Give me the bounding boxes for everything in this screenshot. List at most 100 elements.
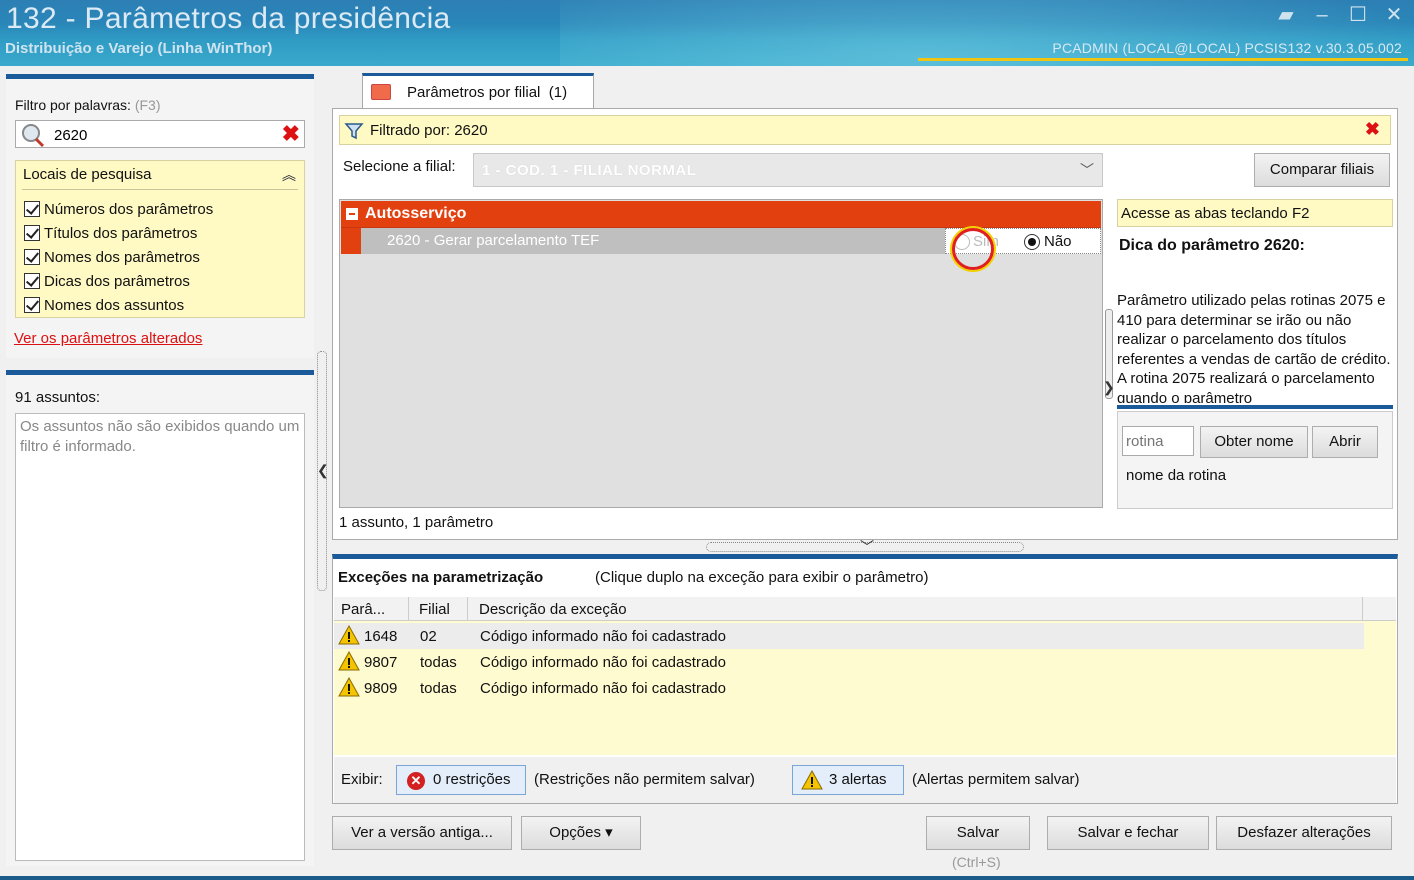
tip-bar: Acesse as abas teclando F2 [1117,199,1393,227]
title-accent-line [918,58,1408,61]
check-titulos[interactable]: Títulos dos parâmetros [24,221,213,245]
table-row[interactable]: 1648 02 Código informado não foi cadastr… [334,623,1364,649]
check-assuntos[interactable]: Nomes dos assuntos [24,293,213,317]
restricoes-toggle[interactable]: ✕ 0 restrições [396,765,526,795]
column-header-param[interactable]: Parâ... [341,601,385,618]
check-nomes[interactable]: Nomes dos parâmetros [24,245,213,269]
search-locations-header: Locais de pesquisa [23,166,152,183]
search-input[interactable] [54,124,274,146]
title-bar: 132 - Parâmetros da presidência Distribu… [0,0,1414,66]
tab-count: (1) [548,84,568,101]
compare-filiais-button[interactable]: Comparar filiais [1254,153,1390,187]
check-label: Números dos parâmetros [44,200,214,218]
tab-parametros-filial[interactable]: Parâmetros por filial (1) [362,73,594,109]
main-area: Filtro por palavras: (F3) ✖ Locais de pe… [0,66,1414,876]
cell-descricao: Código informado não foi cadastrado [480,654,726,671]
checkbox[interactable] [24,273,40,289]
check-label: Títulos dos parâmetros [44,224,198,242]
chevron-down-icon[interactable]: ﹀ [1080,160,1094,180]
clear-search-icon[interactable]: ✖ [282,121,300,147]
obter-nome-button[interactable]: Obter nome [1200,426,1308,458]
tip-body: Parâmetro utilizado pelas rotinas 2075 e… [1117,292,1391,403]
rotina-input[interactable] [1122,426,1194,456]
filial-select[interactable]: 1 - COD. 1 - FILIAL NORMAL ﹀ [473,153,1103,187]
table-row[interactable]: 9809 todas Código informado não foi cada… [334,675,1364,701]
exceptions-footer: Exibir: ✕ 0 restrições (Restrições não p… [334,757,1396,803]
check-label: Dicas dos parâmetros [44,272,190,290]
group-header-autosservico[interactable]: Autosserviço [341,201,1101,228]
exibir-label: Exibir: [341,771,383,788]
parameter-grid: Autosserviço 2620 - Gerar parcelamento T… [339,199,1103,508]
search-locations: Locais de pesquisa ︽ Números dos parâmet… [15,160,305,318]
tab-content: Filtrado por: 2620 ✖ Selecione a filial:… [332,108,1398,540]
ver-versao-antiga-button[interactable]: Ver a versão antiga... [332,816,512,850]
error-icon: ✕ [407,772,425,790]
column-separator[interactable] [408,597,409,621]
tip-bar-text: Acesse as abas teclando F2 [1121,205,1310,222]
filter-label: Filtro por palavras: (F3) [15,97,161,113]
salvar-button[interactable]: Salvar [926,816,1030,850]
group-title: Autosserviço [365,205,467,222]
window-border [0,876,1414,880]
warning-icon [338,651,360,671]
altered-params-link[interactable]: Ver os parâmetros alterados [14,330,202,347]
collapse-group-icon[interactable] [346,208,358,220]
maximize-icon[interactable]: ☐ [1346,4,1370,26]
check-label: Nomes dos parâmetros [44,248,200,266]
column-separator[interactable] [467,597,468,621]
assuntos-empty-message: Os assuntos não são exibidos quando um f… [20,418,300,455]
cell-param: 9809 [364,680,398,697]
chevron-left-icon[interactable]: ❮ [317,462,329,479]
window-subtitle: Distribuição e Varejo (Linha WinThor) [5,40,273,57]
column-header-descricao[interactable]: Descrição da exceção [479,601,627,618]
session-status: PCADMIN (LOCAL@LOCAL) PCSIS132 v.30.3.05… [1052,40,1402,56]
radio-nao[interactable] [1024,234,1040,250]
checkbox[interactable] [24,249,40,265]
alertas-note: (Alertas permitem salvar) [912,771,1080,788]
restricoes-label: 0 restrições [433,771,511,788]
check-numeros[interactable]: Números dos parâmetros [24,197,213,221]
checkbox[interactable] [24,225,40,241]
funnel-icon [344,123,364,140]
exceptions-panel: Exceções na parametrização (Clique duplo… [332,554,1398,804]
check-dicas[interactable]: Dicas dos parâmetros [24,269,213,293]
check-label: Nomes dos assuntos [44,296,185,314]
alertas-toggle[interactable]: 3 alertas [792,765,904,795]
search-icon [22,124,45,148]
tab-label: Parâmetros por filial (1) [407,84,567,101]
table-row[interactable]: 9807 todas Código informado não foi cada… [334,649,1364,675]
column-header-filial[interactable]: Filial [419,601,450,618]
cell-param: 9807 [364,654,398,671]
assuntos-count: 91 assuntos: [15,389,101,406]
cell-descricao: Código informado não foi cadastrado [480,680,726,697]
radio-nao-label: Não [1044,233,1072,250]
restore-icon[interactable]: ▰ [1274,4,1298,26]
opcoes-button[interactable]: Opções ▾ [521,816,641,850]
filter-label-text: Filtro por palavras: [15,97,131,113]
rotina-panel: Obter nome Abrir nome da rotina [1117,411,1393,509]
location-checklist: Números dos parâmetros Títulos dos parâm… [24,197,213,317]
desfazer-button[interactable]: Desfazer alterações [1216,816,1392,850]
assuntos-list[interactable]: Os assuntos não são exibidos quando um f… [15,413,305,861]
close-icon[interactable]: ✕ [1382,4,1406,26]
abrir-button[interactable]: Abrir [1312,426,1378,458]
warning-icon [801,770,823,790]
filial-value: 1 - COD. 1 - FILIAL NORMAL [482,162,697,179]
salvar-fechar-button[interactable]: Salvar e fechar [1047,816,1209,850]
assuntos-panel: 91 assuntos: Os assuntos não são exibido… [6,370,314,866]
cell-filial: todas [420,680,457,697]
search-box[interactable]: ✖ [15,120,305,148]
salvar-shortcut: (Ctrl+S) [952,854,1001,870]
clear-filter-icon[interactable]: ✖ [1365,119,1380,140]
cell-param: 1648 [364,628,398,645]
parameter-label: 2620 - Gerar parcelamento TEF [387,232,600,249]
chevron-right-icon[interactable]: ❯ [1103,379,1115,396]
checkbox[interactable] [24,297,40,313]
table-header: Parâ... Filial Descrição da exceção [334,597,1396,621]
checkbox[interactable] [24,201,40,217]
minimize-icon[interactable]: – [1310,4,1334,26]
collapse-icon[interactable]: ︽ [282,165,296,185]
cell-filial: todas [420,654,457,671]
click-highlight-ring [952,228,994,270]
column-separator[interactable] [1362,597,1363,621]
